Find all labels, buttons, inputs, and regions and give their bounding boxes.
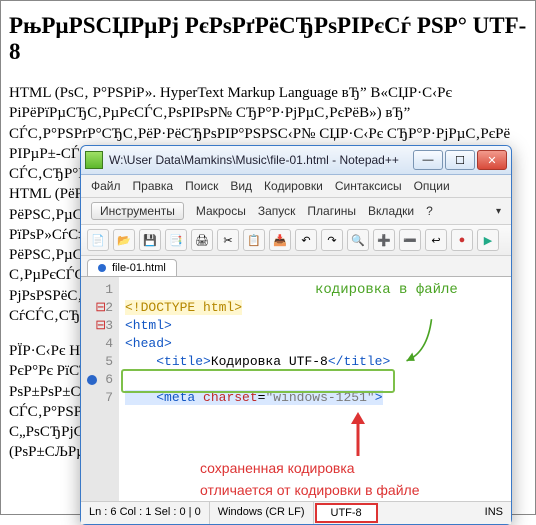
menu-encoding[interactable]: Кодировки bbox=[264, 179, 323, 193]
redo-icon[interactable]: ↷ bbox=[321, 229, 343, 251]
menu-plugins[interactable]: Плагины bbox=[307, 204, 356, 218]
undo-icon[interactable]: ↶ bbox=[295, 229, 317, 251]
open-file-icon[interactable]: 📂 bbox=[113, 229, 135, 251]
menu-edit[interactable]: Правка bbox=[133, 179, 174, 193]
page-title: РњРµРЅСЏРµРј РєРѕРґРёСЂРѕРІРєСѓ РЅР° UTF… bbox=[9, 13, 527, 65]
toolbar: 📄 📂 💾 📑 🖨 ✂ 📋 📥 ↶ ↷ 🔍 ➕ ➖ ↩ ● ▶ bbox=[81, 225, 511, 256]
code-line-1: <!DOCTYPE html> bbox=[125, 300, 242, 315]
cut-icon[interactable]: ✂ bbox=[217, 229, 239, 251]
minimize-button[interactable]: — bbox=[413, 150, 443, 170]
tab-strip: file-01.html bbox=[81, 256, 511, 276]
annotation-red: сохраненная кодировка отличается от коди… bbox=[200, 457, 419, 502]
annotation-red-2: отличается от кодировки в файле bbox=[200, 479, 419, 501]
code-line-6-attr: charset bbox=[203, 390, 258, 405]
app-icon bbox=[85, 151, 103, 169]
menu-options[interactable]: Опции bbox=[414, 179, 450, 193]
menu-tabs[interactable]: Вкладки bbox=[368, 204, 414, 218]
menu-bar-2: Инструменты Макросы Запуск Плагины Вклад… bbox=[81, 198, 511, 225]
code-line-3: <head> bbox=[125, 336, 172, 351]
menu-overflow-icon[interactable]: ▾ bbox=[496, 206, 501, 217]
new-file-icon[interactable]: 📄 bbox=[87, 229, 109, 251]
window-title: W:\User Data\Mamkins\Music\file-01.html … bbox=[109, 153, 411, 167]
line-gutter: 1 ⊟2 ⊟3 4 5 6 7 bbox=[81, 277, 119, 501]
green-arrow-icon bbox=[399, 315, 439, 365]
play-icon[interactable]: ▶ bbox=[477, 229, 499, 251]
menu-macros[interactable]: Макросы bbox=[196, 204, 246, 218]
status-position: Ln : 6 Col : 1 Sel : 0 | 0 bbox=[81, 502, 210, 524]
menu-run[interactable]: Запуск bbox=[258, 204, 296, 218]
tab-label: file-01.html bbox=[112, 262, 166, 274]
status-bar: Ln : 6 Col : 1 Sel : 0 | 0 Windows (CR L… bbox=[81, 501, 511, 524]
code-line-6-val: "windows-1251" bbox=[265, 390, 374, 405]
menu-bar-1: Файл Правка Поиск Вид Кодировки Синтакси… bbox=[81, 175, 511, 198]
code-line-2: <html> bbox=[125, 318, 172, 333]
menu-search[interactable]: Поиск bbox=[185, 179, 218, 193]
close-button[interactable]: ✕ bbox=[477, 150, 507, 170]
menu-help[interactable]: ? bbox=[426, 204, 433, 218]
print-icon[interactable]: 🖨 bbox=[191, 229, 213, 251]
wrap-icon[interactable]: ↩ bbox=[425, 229, 447, 251]
status-encoding[interactable]: UTF-8 bbox=[315, 503, 378, 523]
tab-file-01[interactable]: file-01.html bbox=[87, 259, 177, 276]
code-line-4-text: Кодировка UTF-8 bbox=[211, 354, 328, 369]
search-icon[interactable]: 🔍 bbox=[347, 229, 369, 251]
menu-tools[interactable]: Инструменты bbox=[91, 202, 184, 220]
status-insert-mode: INS bbox=[477, 502, 511, 524]
paste-icon[interactable]: 📥 bbox=[269, 229, 291, 251]
zoom-out-icon[interactable]: ➖ bbox=[399, 229, 421, 251]
annotation-green: кодировка в файле bbox=[315, 281, 458, 299]
record-icon[interactable]: ● bbox=[451, 229, 473, 251]
maximize-button[interactable]: ☐ bbox=[445, 150, 475, 170]
save-all-icon[interactable]: 📑 bbox=[165, 229, 187, 251]
copy-icon[interactable]: 📋 bbox=[243, 229, 265, 251]
code-line-4-open: <title> bbox=[156, 354, 211, 369]
annotation-red-1: сохраненная кодировка bbox=[200, 457, 419, 479]
code-line-6-end: > bbox=[375, 390, 383, 405]
menu-syntax[interactable]: Синтаксисы bbox=[335, 179, 402, 193]
save-icon[interactable]: 💾 bbox=[139, 229, 161, 251]
code-line-6-tag: <meta bbox=[156, 390, 195, 405]
zoom-in-icon[interactable]: ➕ bbox=[373, 229, 395, 251]
menu-view[interactable]: Вид bbox=[230, 179, 252, 193]
status-eol: Windows (CR LF) bbox=[210, 502, 314, 524]
code-line-4-close: </title> bbox=[328, 354, 390, 369]
breakpoint-icon[interactable] bbox=[87, 375, 97, 385]
modified-dot-icon bbox=[98, 264, 106, 272]
titlebar[interactable]: W:\User Data\Mamkins\Music\file-01.html … bbox=[81, 146, 511, 175]
menu-file[interactable]: Файл bbox=[91, 179, 121, 193]
